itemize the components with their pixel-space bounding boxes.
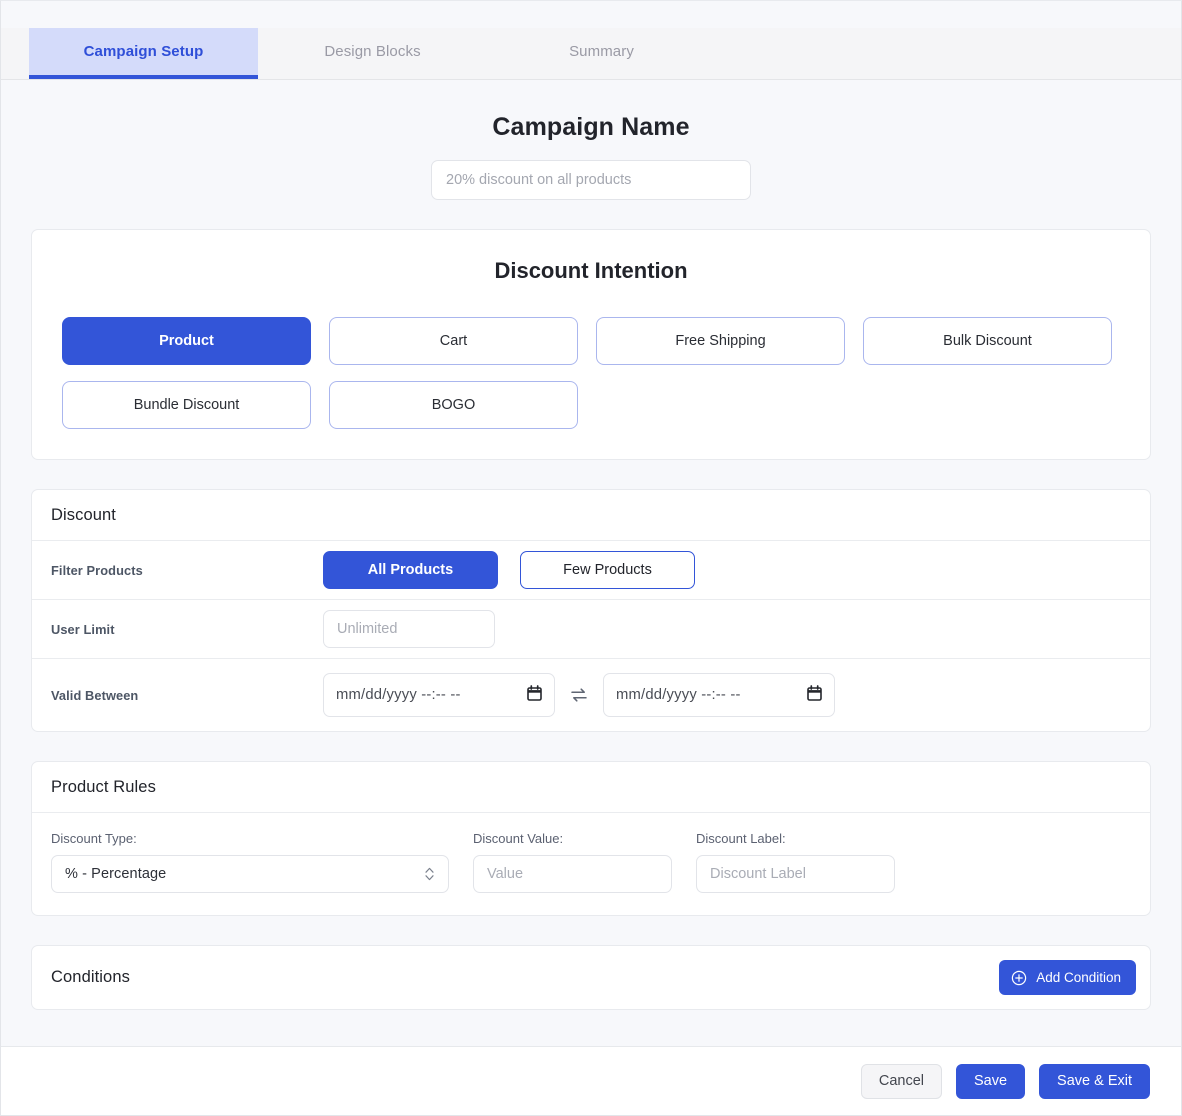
discount-intention-card: Discount Intention Product Cart Free Shi… (31, 229, 1151, 460)
user-limit-label: User Limit (51, 621, 115, 637)
save-button[interactable]: Save (955, 1063, 1026, 1099)
campaign-name-input[interactable] (431, 160, 751, 200)
intention-option-label: BOGO (431, 397, 476, 413)
valid-to-placeholder: mm/dd/yyyy --:-- -- (616, 687, 741, 703)
calendar-icon[interactable] (807, 685, 822, 705)
discount-label-label: Discount Label: (696, 831, 786, 846)
add-condition-button[interactable]: Add Condition (999, 960, 1136, 995)
valid-from-datetime-input[interactable]: mm/dd/yyyy --:-- -- (323, 673, 555, 717)
footer-action-bar: Cancel Save Save & Exit (1, 1046, 1181, 1115)
filter-products-segmented: All Products Few Products (323, 551, 695, 589)
tab-campaign-setup[interactable]: Campaign Setup (29, 28, 258, 79)
tab-bar: Campaign Setup Design Blocks Summary (1, 28, 1181, 80)
intention-option-label: Bulk Discount (943, 333, 1032, 349)
discount-intention-options: Product Cart Free Shipping Bulk Discount… (32, 317, 1150, 429)
product-rules-title: Product Rules (51, 778, 156, 796)
valid-between-row: Valid Between mm/dd/yyyy --:-- -- mm/dd/… (32, 659, 1150, 731)
valid-to-datetime-input[interactable]: mm/dd/yyyy --:-- -- (603, 673, 835, 717)
save-exit-label: Save & Exit (1057, 1073, 1132, 1089)
filter-few-products-button[interactable]: Few Products (520, 551, 695, 589)
intention-option-label: Product (159, 333, 214, 349)
intention-option-bundle-discount[interactable]: Bundle Discount (62, 381, 311, 429)
intention-option-cart[interactable]: Cart (329, 317, 578, 365)
intention-option-free-shipping[interactable]: Free Shipping (596, 317, 845, 365)
filter-option-label: All Products (367, 562, 454, 578)
plus-circle-icon (1011, 970, 1027, 986)
product-rules-card: Product Rules Discount Type: % - Percent… (31, 761, 1151, 916)
swap-arrows-icon[interactable] (568, 684, 590, 706)
tab-summary[interactable]: Summary (487, 28, 716, 79)
save-label: Save (973, 1073, 1008, 1089)
user-limit-input[interactable] (323, 610, 495, 648)
conditions-card: Conditions Add Condition (31, 945, 1151, 1010)
campaign-name-block: Campaign Name (1, 80, 1181, 200)
conditions-title: Conditions (51, 968, 130, 986)
form-content: Campaign Name Discount Intention Product… (1, 80, 1181, 1046)
intention-option-bulk-discount[interactable]: Bulk Discount (863, 317, 1112, 365)
intention-option-product[interactable]: Product (62, 317, 311, 365)
filter-all-products-button[interactable]: All Products (323, 551, 498, 589)
discount-value-field: Discount Value: (473, 831, 672, 893)
save-and-exit-button[interactable]: Save & Exit (1039, 1063, 1150, 1099)
tab-label: Campaign Setup (83, 43, 204, 60)
product-rules-body: Discount Type: % - Percentage Discount V… (32, 813, 1150, 915)
discount-value-label: Discount Value: (473, 831, 564, 846)
tab-label: Design Blocks (324, 43, 421, 60)
conditions-header: Conditions Add Condition (32, 946, 1150, 1009)
page-title: Campaign Name (492, 113, 690, 141)
discount-value-input[interactable] (473, 855, 672, 893)
intention-option-label: Cart (439, 333, 468, 349)
intention-option-label: Bundle Discount (133, 397, 240, 413)
calendar-icon[interactable] (527, 685, 542, 705)
intention-option-label: Free Shipping (675, 333, 766, 349)
cancel-button[interactable]: Cancel (860, 1063, 942, 1099)
discount-card-header: Discount (32, 490, 1150, 541)
valid-from-placeholder: mm/dd/yyyy --:-- -- (336, 687, 461, 703)
intention-option-bogo[interactable]: BOGO (329, 381, 578, 429)
cancel-label: Cancel (878, 1073, 924, 1089)
user-limit-row: User Limit (32, 600, 1150, 659)
discount-label-field: Discount Label: (696, 831, 895, 893)
discount-label-input[interactable] (696, 855, 895, 893)
discount-intention-title: Discount Intention (494, 258, 688, 283)
filter-products-row: Filter Products All Products Few Product… (32, 541, 1150, 600)
discount-card-title: Discount (51, 506, 116, 524)
tab-design-blocks[interactable]: Design Blocks (258, 28, 487, 79)
discount-type-field: Discount Type: % - Percentage (51, 831, 449, 893)
valid-between-label: Valid Between (51, 687, 139, 703)
filter-products-label: Filter Products (51, 562, 143, 578)
discount-card: Discount Filter Products All Products Fe… (31, 489, 1151, 732)
tab-label: Summary (569, 43, 634, 60)
discount-type-label: Discount Type: (51, 831, 137, 846)
filter-option-label: Few Products (563, 562, 652, 578)
chevron-updown-icon (424, 865, 435, 883)
product-rules-header: Product Rules (32, 762, 1150, 813)
add-condition-label: Add Condition (1036, 970, 1121, 985)
discount-type-select[interactable]: % - Percentage (51, 855, 449, 893)
campaign-editor-window: Campaign Setup Design Blocks Summary Cam… (0, 0, 1182, 1116)
discount-type-value: % - Percentage (65, 866, 167, 882)
